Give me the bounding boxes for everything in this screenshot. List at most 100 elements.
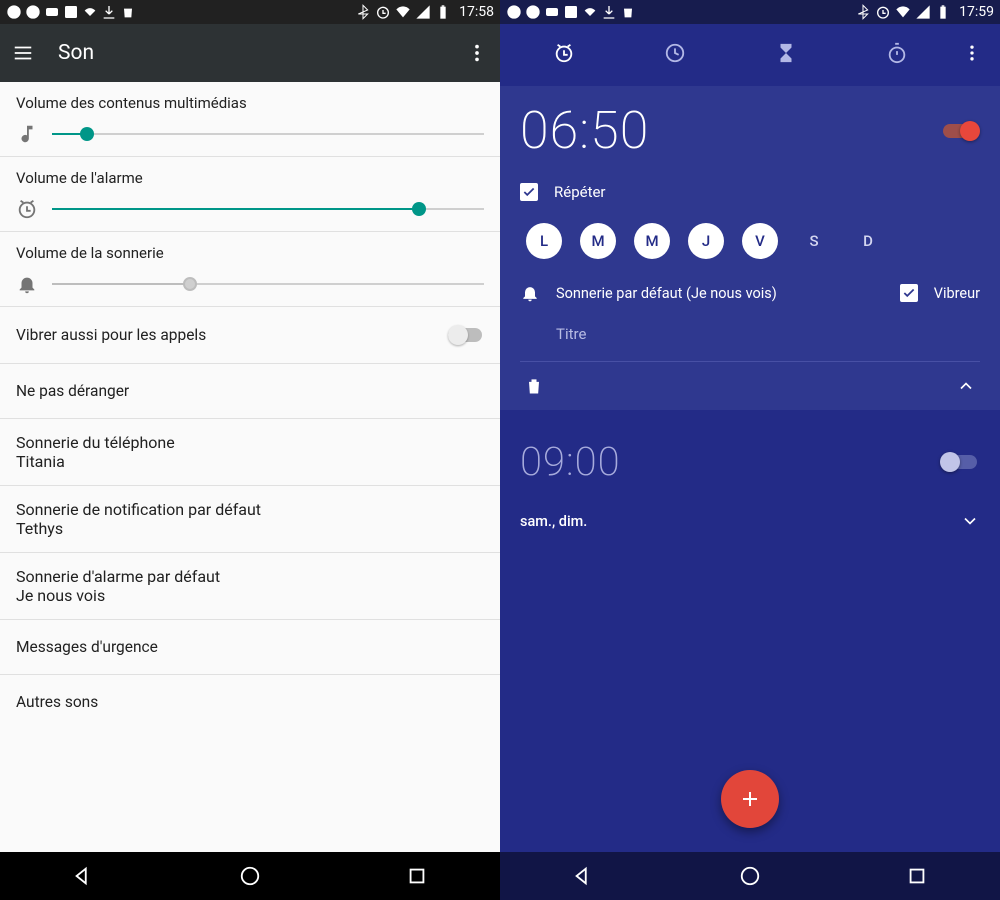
expand-icon[interactable] [960,511,980,531]
alarm-volume-section: Volume de l'alarme [0,157,500,232]
statusbar: 17:58 [0,0,500,24]
ringtone-row[interactable]: Sonnerie par défaut (Je nous vois) Vibre… [520,283,980,303]
emergency-label: Messages d'urgence [16,638,158,656]
bluetooth-icon [355,4,371,20]
day-S[interactable]: S [796,223,832,259]
days-row: L M M J V S D [526,223,974,259]
image-icon [63,4,79,20]
media-volume-section: Volume des contenus multimédias [0,82,500,157]
signal-icon [915,4,931,20]
day-V[interactable]: V [742,223,778,259]
alarm-ringtone-row[interactable]: Sonnerie d'alarme par défaut Je nous voi… [0,553,500,620]
repeat-label: Répéter [554,183,606,201]
repeat-row[interactable]: Répéter [520,183,980,201]
phone-sound-settings: 17:58 Son Volume des contenus multimédia… [0,0,500,900]
vibrate-calls-switch[interactable] [448,325,484,345]
settings-content: Volume des contenus multimédias Volume d… [0,82,500,852]
youtube-icon [44,4,60,20]
download-icon [101,4,117,20]
notif-ringtone-label: Sonnerie de notification par défaut [16,500,484,519]
tab-alarm[interactable] [508,24,619,82]
statusbar: 17:59 [500,0,1000,24]
more-icon[interactable] [466,42,488,64]
alarm-toggle[interactable] [940,120,980,142]
bell-icon [16,273,38,295]
alarms-content: 06:50 Répéter L M M J V S D Sonnerie par… [500,82,1000,852]
stopwatch-icon [886,42,908,64]
whatsapp-icon [6,4,22,20]
alarm-icon [16,198,38,220]
day-D[interactable]: D [850,223,886,259]
recents-icon[interactable] [406,865,428,887]
home-icon[interactable] [239,865,261,887]
plus-icon [738,787,762,811]
vibrate-checkbox[interactable] [900,284,918,302]
vibrate-label: Vibreur [934,285,980,302]
alarm-status-icon [875,4,891,20]
signal-icon [415,4,431,20]
emergency-row[interactable]: Messages d'urgence [0,620,500,675]
hourglass-icon [775,42,797,64]
bell-icon [520,283,540,303]
alarm-time[interactable]: 09:00 [520,438,621,485]
tab-stopwatch[interactable] [841,24,952,82]
youtube-icon [544,4,560,20]
day-J[interactable]: J [688,223,724,259]
statusbar-time: 17:58 [459,4,494,20]
clock-tabs [500,24,1000,82]
hamburger-icon[interactable] [12,42,34,64]
back-icon[interactable] [572,865,594,887]
tab-clock[interactable] [619,24,730,82]
shop-icon [120,4,136,20]
vibrate-calls-row[interactable]: Vibrer aussi pour les appels [0,307,500,364]
bluetooth-icon [855,4,871,20]
tab-timer[interactable] [730,24,841,82]
alarm-card-0900: 09:00 sam., dim. [500,414,1000,541]
statusbar-time: 17:59 [959,4,994,20]
whatsapp-icon [506,4,522,20]
media-volume-label: Volume des contenus multimédias [16,94,484,112]
phone-ringtone-row[interactable]: Sonnerie du téléphone Titania [0,419,500,486]
ring-volume-label: Volume de la sonnerie [16,244,484,262]
back-icon[interactable] [72,865,94,887]
alarm-title-field[interactable]: Titre [556,325,980,343]
messenger-icon [525,4,541,20]
alarm-toggle[interactable] [940,451,980,473]
shop-icon [620,4,636,20]
ring-volume-section: Volume de la sonnerie [0,232,500,307]
dnd-row[interactable]: Ne pas déranger [0,364,500,419]
day-M2[interactable]: M [634,223,670,259]
alarm-ringtone-label: Sonnerie d'alarme par défaut [16,567,484,586]
collapse-icon[interactable] [956,376,976,396]
alarm-days-summary: sam., dim. [520,513,587,530]
media-volume-slider[interactable] [52,122,484,146]
day-L[interactable]: L [526,223,562,259]
messenger-icon [25,4,41,20]
page-title: Son [58,41,442,65]
delete-icon[interactable] [524,376,544,396]
ring-volume-slider[interactable] [52,272,484,296]
more-icon [962,43,982,63]
alarm-volume-label: Volume de l'alarme [16,169,484,187]
notif-ringtone-row[interactable]: Sonnerie de notification par défaut Teth… [0,486,500,553]
repeat-checkbox[interactable] [520,183,538,201]
alarm-tab-icon [553,42,575,64]
phone-clock-alarms: 17:59 06:50 Répéter [500,0,1000,900]
day-M1[interactable]: M [580,223,616,259]
more-button[interactable] [952,43,992,63]
wifi-small-icon [582,4,598,20]
alarm-volume-slider[interactable] [52,197,484,221]
phone-ringtone-value: Titania [16,452,484,471]
alarm-time[interactable]: 06:50 [520,100,649,161]
wifi-icon [895,4,911,20]
alarm-card-0650: 06:50 Répéter L M M J V S D Sonnerie par… [500,86,1000,410]
vibrate-calls-label: Vibrer aussi pour les appels [16,326,206,344]
other-sounds-row[interactable]: Autres sons [0,675,500,729]
battery-icon [935,4,951,20]
card-footer [520,361,980,410]
wifi-icon [395,4,411,20]
add-alarm-button[interactable] [721,770,779,828]
home-icon[interactable] [739,865,761,887]
music-note-icon [16,123,38,145]
recents-icon[interactable] [906,865,928,887]
